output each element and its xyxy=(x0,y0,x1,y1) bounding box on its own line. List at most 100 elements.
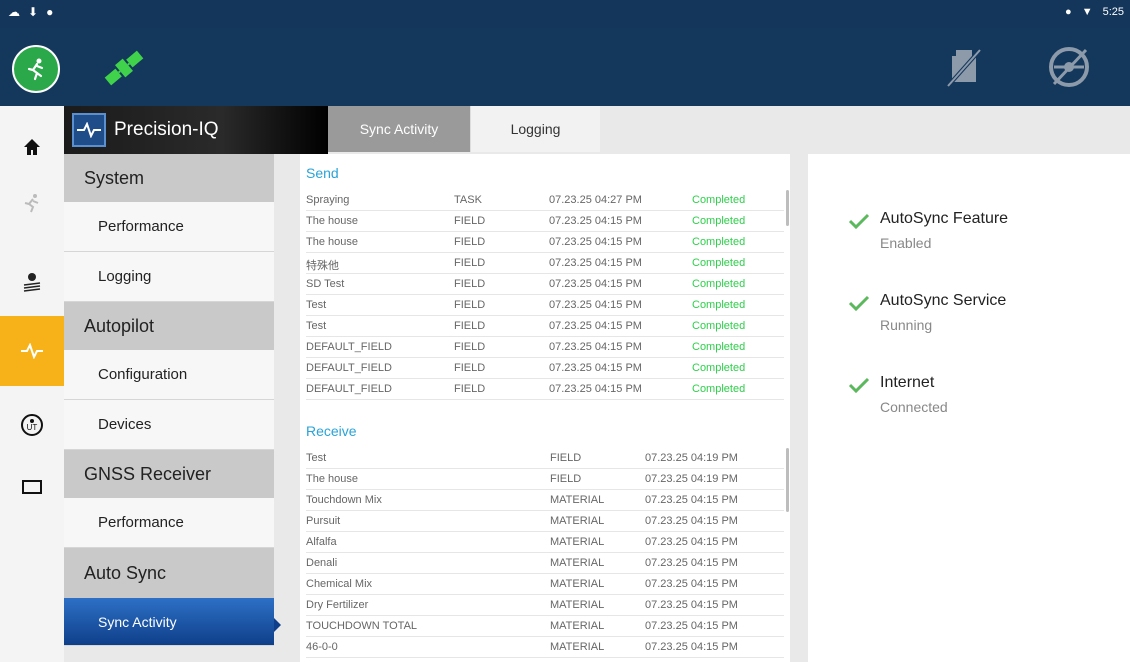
item-time: 07.23.25 04:15 PM xyxy=(645,494,738,506)
item-type: MATERIAL xyxy=(550,620,605,632)
item-status: Completed xyxy=(692,320,746,332)
receive-row[interactable]: Dry Fertilizer MATERIAL 07.23.25 04:15 PM xyxy=(306,595,784,616)
item-name: Pursuit xyxy=(306,515,341,527)
tab-sync-activity[interactable]: Sync Activity xyxy=(328,106,470,152)
item-time: 07.23.25 04:15 PM xyxy=(645,599,738,611)
menu-item-sync-activity[interactable]: Sync Activity xyxy=(64,598,274,646)
item-time: 07.23.25 04:15 PM xyxy=(549,383,642,395)
pulse-logo-icon xyxy=(72,113,106,147)
check-icon xyxy=(848,213,870,230)
diagnostics-icon[interactable] xyxy=(0,316,64,386)
ut-icon[interactable]: UT xyxy=(0,400,64,450)
send-row[interactable]: 特殊他 FIELD 07.23.25 04:15 PM Completed xyxy=(306,253,784,274)
menu-item-system-performance[interactable]: Performance xyxy=(64,202,274,252)
satellite-icon[interactable] xyxy=(100,46,148,90)
receive-row[interactable]: 46-0-0 MATERIAL 07.23.25 04:15 PM xyxy=(306,637,784,658)
item-type: FIELD xyxy=(550,452,582,464)
item-time: 07.23.25 04:15 PM xyxy=(645,578,738,590)
item-time: 07.23.25 04:15 PM xyxy=(645,536,738,548)
send-row[interactable]: Spraying TASK 07.23.25 04:27 PM Completed xyxy=(306,190,784,211)
sync-activity-panel: Send Spraying TASK 07.23.25 04:27 PM Comple… xyxy=(300,154,790,662)
send-row[interactable]: DEFAULT_FIELD FIELD 07.23.25 04:15 PM Compl… xyxy=(306,358,784,379)
item-type: FIELD xyxy=(454,341,486,353)
item-time: 07.23.25 04:27 PM xyxy=(549,194,642,206)
receive-row[interactable]: Chemical Mix MATERIAL 07.23.25 04:15 PM xyxy=(306,574,784,595)
display-icon[interactable] xyxy=(0,462,64,512)
item-name: Test xyxy=(306,452,327,464)
receive-scrollbar[interactable] xyxy=(786,448,789,512)
item-name: TOUCHDOWN TOTAL xyxy=(306,620,418,632)
status-value: Running xyxy=(880,317,933,333)
send-row[interactable]: The house FIELD 07.23.25 04:15 PM Completed xyxy=(306,211,784,232)
receive-row[interactable]: Test FIELD 07.23.25 04:19 PM xyxy=(306,448,784,469)
menu-item-autopilot-configuration[interactable]: Configuration xyxy=(64,350,274,400)
receive-row[interactable]: Touchdown Mix MATERIAL 07.23.25 04:15 PM xyxy=(306,490,784,511)
item-type: FIELD xyxy=(454,278,486,290)
item-time: 07.23.25 04:15 PM xyxy=(549,257,642,269)
item-type: MATERIAL xyxy=(550,578,605,590)
item-name: The house xyxy=(306,236,358,248)
item-type: MATERIAL xyxy=(550,515,605,527)
send-scrollbar[interactable] xyxy=(786,190,789,226)
steering-disabled-icon[interactable] xyxy=(1046,44,1092,90)
system-status-bar: ☁ ⬇ ● ● ▼ 5:25 xyxy=(0,0,1130,28)
item-type: FIELD xyxy=(454,236,486,248)
receive-row[interactable]: The house FIELD 07.23.25 04:19 PM xyxy=(306,469,784,490)
item-type: FIELD xyxy=(550,473,582,485)
brand-title: Precision-IQ xyxy=(114,119,219,140)
menu-section-autopilot[interactable]: Autopilot xyxy=(64,302,274,350)
item-time: 07.23.25 04:15 PM xyxy=(549,236,642,248)
item-type: MATERIAL xyxy=(550,557,605,569)
menu-section-gnss[interactable]: GNSS Receiver xyxy=(64,450,274,498)
item-type: FIELD xyxy=(454,362,486,374)
item-status: Completed xyxy=(692,215,746,227)
menu-section-system[interactable]: System xyxy=(64,154,274,202)
item-name: DEFAULT_FIELD xyxy=(306,362,392,374)
wifi-icon: ▼ xyxy=(1081,6,1093,18)
item-time: 07.23.25 04:19 PM xyxy=(645,452,738,464)
send-section-title: Send xyxy=(306,165,339,181)
item-status: Completed xyxy=(692,299,746,311)
item-name: The house xyxy=(306,215,358,227)
download-icon: ⬇ xyxy=(28,5,39,19)
send-row[interactable]: The house FIELD 07.23.25 04:15 PM Completed xyxy=(306,232,784,253)
item-name: Dry Fertilizer xyxy=(306,599,369,611)
home-icon[interactable] xyxy=(0,122,64,172)
menu-item-gnss-performance[interactable]: Performance xyxy=(64,498,274,548)
menu-item-autopilot-devices[interactable]: Devices xyxy=(64,400,274,450)
implement-disabled-icon[interactable] xyxy=(942,46,986,90)
send-row[interactable]: SD Test FIELD 07.23.25 04:15 PM Completed xyxy=(306,274,784,295)
dnd-icon: ● xyxy=(1065,6,1072,18)
guidance-icon[interactable] xyxy=(0,178,64,228)
item-time: 07.23.25 04:15 PM xyxy=(549,341,642,353)
status-title: Internet xyxy=(880,374,935,391)
item-time: 07.23.25 04:15 PM xyxy=(549,320,642,332)
receive-row[interactable]: TOUCHDOWN TOTAL MATERIAL 07.23.25 04:15 PM xyxy=(306,616,784,637)
item-name: 特殊他 xyxy=(306,260,339,272)
receive-row[interactable]: Alfalfa MATERIAL 07.23.25 04:15 PM xyxy=(306,532,784,553)
item-time: 07.23.25 04:15 PM xyxy=(645,557,738,569)
receive-row[interactable]: Denali MATERIAL 07.23.25 04:15 PM xyxy=(306,553,784,574)
receive-row[interactable]: Pursuit MATERIAL 07.23.25 04:15 PM xyxy=(306,511,784,532)
status-value: Enabled xyxy=(880,235,932,251)
send-row[interactable]: DEFAULT_FIELD FIELD 07.23.25 04:15 PM Compl… xyxy=(306,337,784,358)
item-type: FIELD xyxy=(454,215,486,227)
item-type: MATERIAL xyxy=(550,599,605,611)
tab-logging[interactable]: Logging xyxy=(470,106,600,152)
brand-bar: Precision-IQ xyxy=(64,106,328,154)
field-settings-icon[interactable] xyxy=(0,256,64,306)
item-type: MATERIAL xyxy=(550,641,605,653)
menu-item-system-logging[interactable]: Logging xyxy=(64,252,274,302)
status-value: Connected xyxy=(880,399,948,415)
engage-button[interactable] xyxy=(12,45,60,93)
item-name: Chemical Mix xyxy=(306,578,373,590)
send-row[interactable]: DEFAULT_FIELD FIELD 07.23.25 04:15 PM Compl… xyxy=(306,379,784,400)
send-row[interactable]: Test FIELD 07.23.25 04:15 PM Completed xyxy=(306,316,784,337)
send-row[interactable]: Test FIELD 07.23.25 04:15 PM Completed xyxy=(306,295,784,316)
item-name: DEFAULT_FIELD xyxy=(306,341,392,353)
menu-section-auto-sync[interactable]: Auto Sync xyxy=(64,548,274,598)
status-title: AutoSync Service xyxy=(880,292,1007,309)
bug-icon: ● xyxy=(46,5,54,19)
left-nav-rail: UT xyxy=(0,106,64,662)
item-time: 07.23.25 04:19 PM xyxy=(645,473,738,485)
